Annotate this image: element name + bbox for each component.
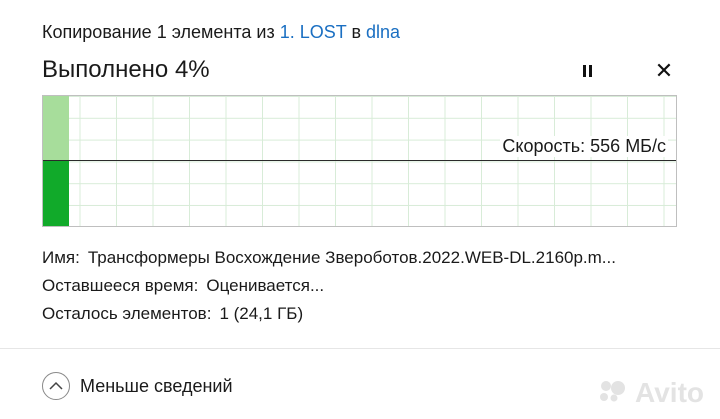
pause-button[interactable] — [578, 62, 598, 82]
items-remaining-value: 1 (24,1 ГБ) — [219, 304, 304, 323]
progress-fill-light — [43, 96, 69, 160]
time-remaining-row: Оставшееся время: Оценивается... — [42, 276, 324, 296]
pause-icon-bar — [589, 65, 592, 77]
watermark-text: Avito — [635, 377, 704, 408]
copy-description: Копирование 1 элемента из 1. LOST в dlna — [42, 22, 400, 43]
avito-watermark: Avito — [598, 377, 704, 409]
destination-folder-link[interactable]: dlna — [366, 22, 400, 42]
pause-icon — [583, 65, 586, 77]
less-details-button[interactable]: Меньше сведений — [42, 370, 233, 402]
items-remaining-row: Осталось элементов: 1 (24,1 ГБ) — [42, 304, 303, 324]
speed-line — [43, 160, 676, 161]
items-remaining-label: Осталось элементов: — [42, 304, 212, 323]
time-remaining-value: Оценивается... — [206, 276, 325, 295]
speed-readout: Скорость: 556 МБ/с — [500, 136, 668, 157]
progress-fill-dark — [43, 160, 69, 226]
speed-value: 556 МБ/с — [590, 136, 666, 156]
copy-in: в — [351, 22, 361, 42]
file-name-label: Имя: — [42, 248, 80, 267]
chevron-up-icon — [42, 372, 70, 400]
time-remaining-label: Оставшееся время: — [42, 276, 199, 295]
speed-label: Скорость: — [502, 136, 586, 156]
speed-graph: Скорость: 556 МБ/с — [42, 95, 677, 227]
progress-title: Выполнено 4% — [42, 56, 210, 83]
file-name-value: Трансформеры Восхождение Звероботов.2022… — [87, 248, 616, 267]
less-details-label: Меньше сведений — [80, 375, 233, 396]
close-button[interactable]: ✕ — [653, 58, 675, 84]
avito-logo-icon — [600, 381, 626, 402]
divider — [0, 348, 720, 349]
copy-prefix: Копирование 1 элемента из — [42, 22, 275, 42]
source-folder-link[interactable]: 1. LOST — [280, 22, 347, 42]
file-name-row: Имя: Трансформеры Восхождение Звероботов.… — [42, 248, 616, 268]
